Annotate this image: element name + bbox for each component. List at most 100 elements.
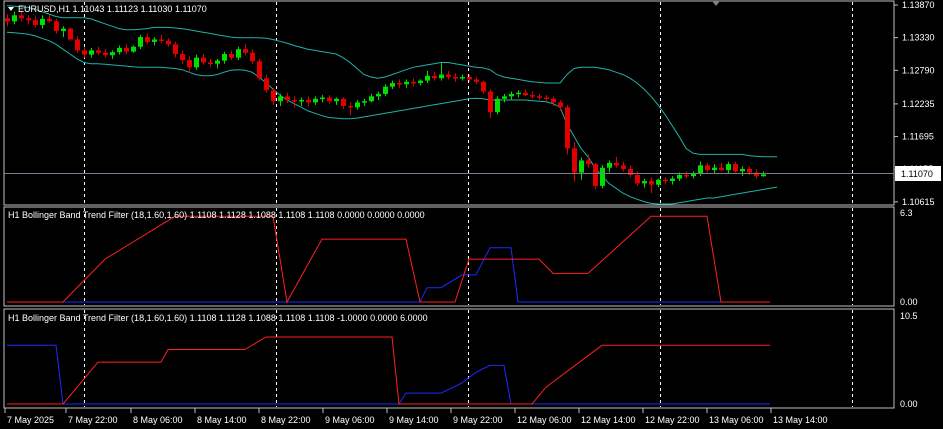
candle-body <box>509 93 514 97</box>
candle[interactable] <box>68 27 73 41</box>
candle-body <box>320 97 325 100</box>
candle-body <box>705 165 710 171</box>
candle-body <box>250 52 255 62</box>
candle-body <box>404 81 409 85</box>
time-tick-label: 12 May 06:00 <box>517 415 572 425</box>
candle-body <box>628 168 633 175</box>
candle-body <box>418 80 423 84</box>
candle-body <box>740 168 745 172</box>
candle-body <box>495 98 500 113</box>
time-tick-label: 9 May 14:00 <box>389 415 439 425</box>
candle-body <box>124 47 129 52</box>
price-tick-label: 1.11695 <box>902 132 934 142</box>
chart-title-row: EURUSD,H1 1.11043 1.11123 1.11030 1.1107… <box>8 4 207 14</box>
candle-body <box>47 18 52 22</box>
indicator-1-scale-max: 6.3 <box>900 208 913 218</box>
candle-body <box>229 54 234 58</box>
candle-body <box>348 106 353 108</box>
indicator-1-title: H1 Bollinger Band Trend Filter (18,1.60,… <box>8 210 425 220</box>
candle-body <box>194 57 199 68</box>
candle-body <box>467 76 472 80</box>
candle-body <box>187 60 192 68</box>
candle-body <box>166 40 171 45</box>
candle-body <box>299 99 304 102</box>
candle-body <box>537 96 542 98</box>
candle-body <box>19 15 24 19</box>
candle[interactable] <box>565 104 570 155</box>
candle-body <box>89 50 94 55</box>
candle-body <box>355 102 360 108</box>
candle-body <box>691 173 696 177</box>
candle[interactable] <box>495 96 500 115</box>
candle-body <box>572 148 577 173</box>
candle-body <box>523 92 528 96</box>
candle-body <box>313 98 318 103</box>
candle-body <box>698 165 703 174</box>
candle-body <box>285 96 290 100</box>
candle-body <box>565 107 570 149</box>
time-tick-label: 9 May 06:00 <box>325 415 375 425</box>
candle-body <box>327 97 332 102</box>
candle-body <box>5 18 10 22</box>
candle-body <box>586 160 591 165</box>
candle-body <box>362 101 367 103</box>
candle-body <box>110 52 115 56</box>
candle-body <box>82 50 87 55</box>
candle-body <box>201 57 206 63</box>
trading-chart[interactable]: EURUSD,H1 1.11043 1.11123 1.11030 1.1107… <box>0 0 943 429</box>
time-tick-label: 8 May 06:00 <box>133 415 183 425</box>
candle-body <box>439 74 444 79</box>
candle-body <box>159 39 164 41</box>
candle-body <box>103 52 108 56</box>
time-tick-label: 13 May 14:00 <box>773 415 828 425</box>
time-tick-label: 13 May 06:00 <box>709 415 764 425</box>
time-tick-label: 8 May 22:00 <box>261 415 311 425</box>
candle-body <box>215 60 220 64</box>
candle-body <box>341 98 346 107</box>
candle-body <box>761 174 766 177</box>
candle-body <box>663 179 668 182</box>
candle-body <box>635 174 640 184</box>
candle-body <box>264 78 269 91</box>
time-tick-label: 8 May 14:00 <box>197 415 247 425</box>
candle-body <box>600 167 605 186</box>
candle[interactable] <box>600 165 605 189</box>
candle-body <box>306 99 311 103</box>
candle-body <box>481 81 486 92</box>
candle-body <box>474 79 479 82</box>
candle-body <box>236 49 241 58</box>
candle-body <box>516 92 521 95</box>
time-tick-label: 9 May 22:00 <box>453 415 503 425</box>
candle-body <box>117 47 122 53</box>
candle-body <box>152 39 157 42</box>
main-title: EURUSD,H1 1.11043 1.11123 1.11030 1.1107… <box>18 4 207 14</box>
candle[interactable] <box>257 58 262 81</box>
candle-body <box>579 160 584 173</box>
time-tick-label: 7 May 2025 <box>7 415 54 425</box>
candle-body <box>208 62 213 64</box>
current-price-text: 1.11070 <box>901 169 933 179</box>
candle-body <box>257 61 262 79</box>
candle-body <box>173 44 178 55</box>
candle-body <box>369 96 374 102</box>
candle-body <box>446 74 451 77</box>
price-tick-label: 1.10615 <box>902 197 935 207</box>
candle-body <box>544 97 549 100</box>
candle-body <box>243 49 248 53</box>
candle-body <box>733 164 738 172</box>
price-tick-label: 1.13870 <box>902 0 935 10</box>
candle[interactable] <box>593 162 598 190</box>
candle-body <box>26 18 31 21</box>
candle-body <box>131 46 136 52</box>
candle-body <box>684 174 689 177</box>
candle-body <box>96 50 101 53</box>
candle-body <box>334 98 339 102</box>
candle-body <box>40 18 45 25</box>
price-tick-label: 1.13330 <box>902 33 935 43</box>
candle-body <box>138 37 143 47</box>
candle-body <box>488 91 493 113</box>
indicator-1-scale-min: 0.00 <box>900 297 918 307</box>
candle-body <box>425 75 430 81</box>
candle-body <box>593 164 598 186</box>
candle-body <box>530 95 535 97</box>
